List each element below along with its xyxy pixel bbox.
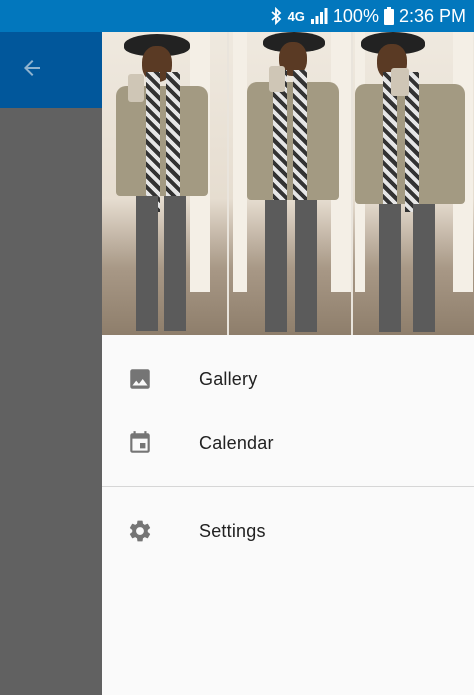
navigation-drawer: Gallery Calendar Settings <box>102 32 474 695</box>
status-time: 2:36 PM <box>398 5 466 26</box>
bluetooth-icon <box>269 7 283 25</box>
drawer-divider <box>102 486 474 487</box>
battery-icon <box>383 7 394 25</box>
battery-percent: 100% <box>332 5 379 26</box>
nav-item-label: Calendar <box>199 432 274 453</box>
nav-item-gallery[interactable]: Gallery <box>102 347 474 411</box>
nav-item-label: Settings <box>199 520 266 541</box>
nav-item-calendar[interactable]: Calendar <box>102 411 474 475</box>
arrow-back-icon <box>20 56 44 85</box>
back-button[interactable] <box>14 52 50 88</box>
gear-icon <box>126 517 154 545</box>
drawer-header-photos <box>102 32 474 335</box>
nav-item-label: Gallery <box>199 368 258 389</box>
nav-item-settings[interactable]: Settings <box>102 499 474 563</box>
header-photo <box>353 32 474 335</box>
image-icon <box>126 365 154 393</box>
status-bar: 4G 100% 2:36 PM <box>0 0 474 32</box>
header-photo <box>102 32 229 335</box>
network-4g-icon: 4G <box>287 8 305 24</box>
header-photo <box>228 32 354 335</box>
calendar-icon <box>126 429 154 457</box>
signal-icon <box>310 8 328 24</box>
